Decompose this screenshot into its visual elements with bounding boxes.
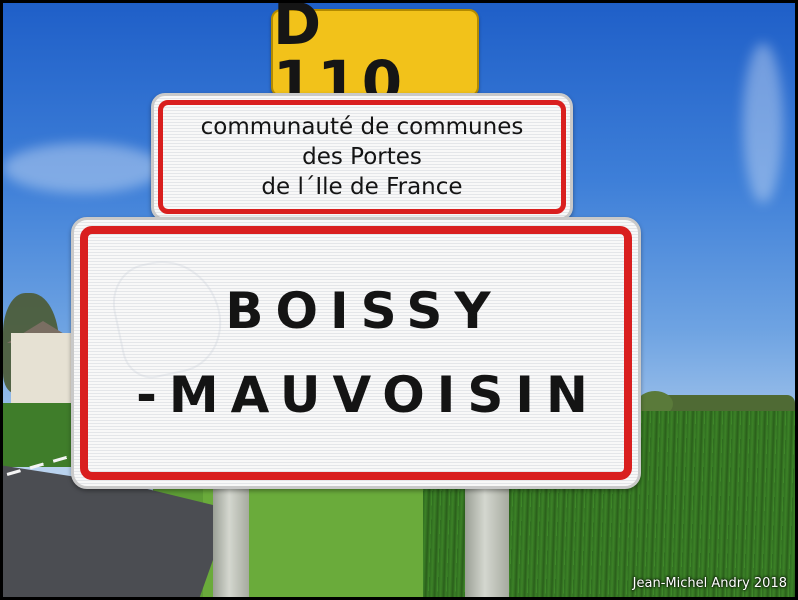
sign-post-left <box>213 485 249 597</box>
town-entry-sign: BOISSY -MAUVOISIN <box>71 217 641 489</box>
cloud <box>3 143 163 193</box>
town-name-line-1: BOISSY <box>225 282 503 340</box>
photo-credit: Jean-Michel Andry 2018 <box>632 576 787 591</box>
community-sign: communauté de communes des Portes de l´I… <box>151 93 573 221</box>
route-number-plate: D 110 <box>271 3 479 111</box>
community-line-2: des Portes <box>302 144 422 170</box>
community-line-3: de l´Ile de France <box>261 174 463 200</box>
community-line-1: communauté de communes <box>200 114 524 140</box>
house <box>11 333 75 403</box>
town-name-line-2: -MAUVOISIN <box>136 366 600 424</box>
photo-frame: D 110 communauté de communes des Portes … <box>3 3 795 597</box>
community-sign-text: communauté de communes des Portes de l´I… <box>154 112 570 202</box>
cloud <box>743 43 783 203</box>
sign-post-right <box>465 485 509 597</box>
